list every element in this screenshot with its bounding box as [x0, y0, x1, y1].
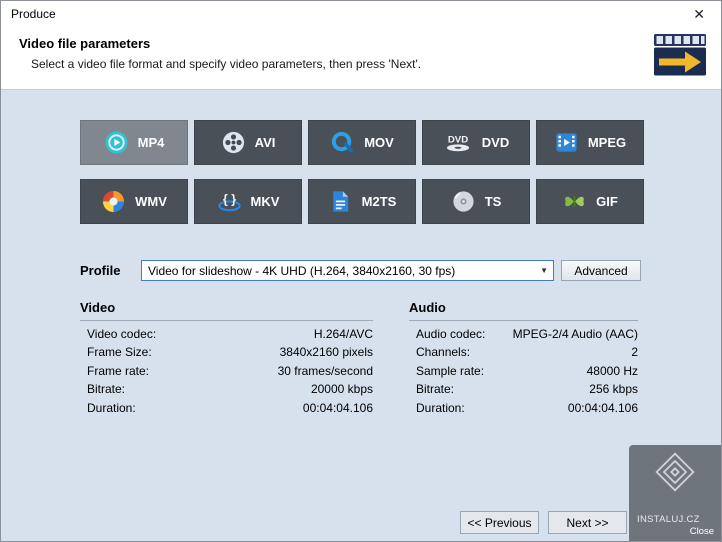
param-row: Sample rate: 48000 Hz	[409, 365, 638, 377]
format-label: MP4	[138, 135, 165, 150]
param-value: 3840x2160 pixels	[280, 346, 373, 358]
dialog-body: MP4 AVI MOV DVD DVD	[1, 89, 721, 541]
page-title: Video file parameters	[19, 36, 721, 51]
audio-section-title: Audio	[409, 300, 638, 315]
format-label: M2TS	[362, 194, 397, 209]
film-reel-icon	[221, 130, 246, 155]
format-mkv-button[interactable]: { } MKV	[194, 179, 302, 224]
format-wmv-button[interactable]: WMV	[80, 179, 188, 224]
format-label: AVI	[255, 135, 276, 150]
param-value: MPEG-2/4 Audio (AAC)	[513, 328, 638, 340]
param-row: Audio codec: MPEG-2/4 Audio (AAC)	[409, 328, 638, 340]
format-ts-button[interactable]: TS	[422, 179, 530, 224]
title-bar: Produce ✕	[1, 1, 721, 27]
param-value: H.264/AVC	[314, 328, 373, 340]
param-row: Channels: 2	[409, 346, 638, 358]
format-label: WMV	[135, 194, 167, 209]
format-label: MOV	[364, 135, 394, 150]
window-title: Produce	[11, 7, 56, 21]
param-row: Bitrate: 20000 kbps	[80, 383, 373, 395]
next-button[interactable]: Next >>	[548, 511, 627, 534]
param-value: 256 kbps	[589, 383, 638, 395]
close-icon[interactable]: ✕	[687, 6, 711, 22]
wizard-buttons: << Previous Next >>	[460, 511, 627, 534]
video-section: Video Video codec: H.264/AVC Frame Size: 3…	[80, 300, 373, 414]
format-grid: MP4 AVI MOV DVD DVD	[80, 120, 644, 224]
profile-row: Profile Video for slideshow - 4K UHD (H.…	[80, 260, 641, 281]
butterfly-icon	[562, 189, 587, 214]
dvd-disc-icon: DVD	[443, 130, 473, 155]
previous-button[interactable]: << Previous	[460, 511, 539, 534]
video-section-title: Video	[80, 300, 373, 315]
param-row: Frame Size: 3840x2160 pixels	[80, 346, 373, 358]
format-label: MPEG	[588, 135, 626, 150]
media-player-icon	[101, 189, 126, 214]
dialog-header: Video file parameters Select a video fil…	[1, 27, 721, 89]
param-row: Bitrate: 256 kbps	[409, 383, 638, 395]
format-label: DVD	[482, 135, 509, 150]
param-value: 30 frames/second	[278, 365, 373, 377]
produce-film-arrow-icon	[651, 33, 709, 82]
audio-section: Audio Audio codec: MPEG-2/4 Audio (AAC) C…	[409, 300, 638, 414]
format-label: GIF	[596, 194, 618, 209]
format-label: MKV	[251, 194, 280, 209]
format-mov-button[interactable]: MOV	[308, 120, 416, 165]
matroska-braces-icon: { }	[217, 189, 242, 214]
param-value: 00:04:04.106	[303, 402, 373, 414]
param-value: 48000 Hz	[587, 365, 638, 377]
watermark-close-link[interactable]: Close	[690, 526, 714, 537]
section-divider	[80, 320, 373, 321]
param-label: Duration:	[416, 402, 465, 414]
profile-select[interactable]: Video for slideshow - 4K UHD (H.264, 384…	[141, 260, 554, 281]
param-label: Frame Size:	[87, 346, 152, 358]
param-row: Duration: 00:04:04.106	[409, 402, 638, 414]
param-label: Frame rate:	[87, 365, 149, 377]
param-row: Duration: 00:04:04.106	[80, 402, 373, 414]
quicktime-icon	[330, 130, 355, 155]
param-row: Frame rate: 30 frames/second	[80, 365, 373, 377]
section-divider	[409, 320, 638, 321]
format-dvd-button[interactable]: DVD DVD	[422, 120, 530, 165]
svg-text:DVD: DVD	[448, 135, 468, 146]
param-label: Duration:	[87, 402, 136, 414]
param-label: Audio codec:	[416, 328, 485, 340]
document-icon	[328, 189, 353, 214]
param-value: 20000 kbps	[311, 383, 373, 395]
filmstrip-play-icon	[554, 130, 579, 155]
format-mp4-button[interactable]: MP4	[80, 120, 188, 165]
instaluj-logo-icon	[653, 450, 697, 499]
watermark-text: INSTALUJ.CZ	[637, 514, 700, 525]
param-value: 00:04:04.106	[568, 402, 638, 414]
format-m2ts-button[interactable]: M2TS	[308, 179, 416, 224]
param-label: Bitrate:	[87, 383, 125, 395]
disc-icon	[451, 189, 476, 214]
chevron-down-icon: ▼	[536, 266, 548, 275]
format-avi-button[interactable]: AVI	[194, 120, 302, 165]
advanced-button[interactable]: Advanced	[561, 260, 641, 281]
param-label: Video codec:	[87, 328, 156, 340]
profile-selected-value: Video for slideshow - 4K UHD (H.264, 384…	[148, 264, 536, 278]
param-value: 2	[631, 346, 638, 358]
format-label: TS	[485, 194, 502, 209]
param-label: Channels:	[416, 346, 470, 358]
param-label: Sample rate:	[416, 365, 484, 377]
param-row: Video codec: H.264/AVC	[80, 328, 373, 340]
instaluj-watermark: INSTALUJ.CZ Close	[629, 445, 721, 541]
format-mpeg-button[interactable]: MPEG	[536, 120, 644, 165]
format-gif-button[interactable]: GIF	[536, 179, 644, 224]
page-subtitle: Select a video file format and specify v…	[31, 57, 721, 71]
svg-text:{ }: { }	[222, 192, 235, 206]
produce-dialog: Produce ✕ Video file parameters Select a…	[0, 0, 722, 542]
param-label: Bitrate:	[416, 383, 454, 395]
mp4-circle-play-icon	[104, 130, 129, 155]
profile-label: Profile	[80, 263, 141, 278]
